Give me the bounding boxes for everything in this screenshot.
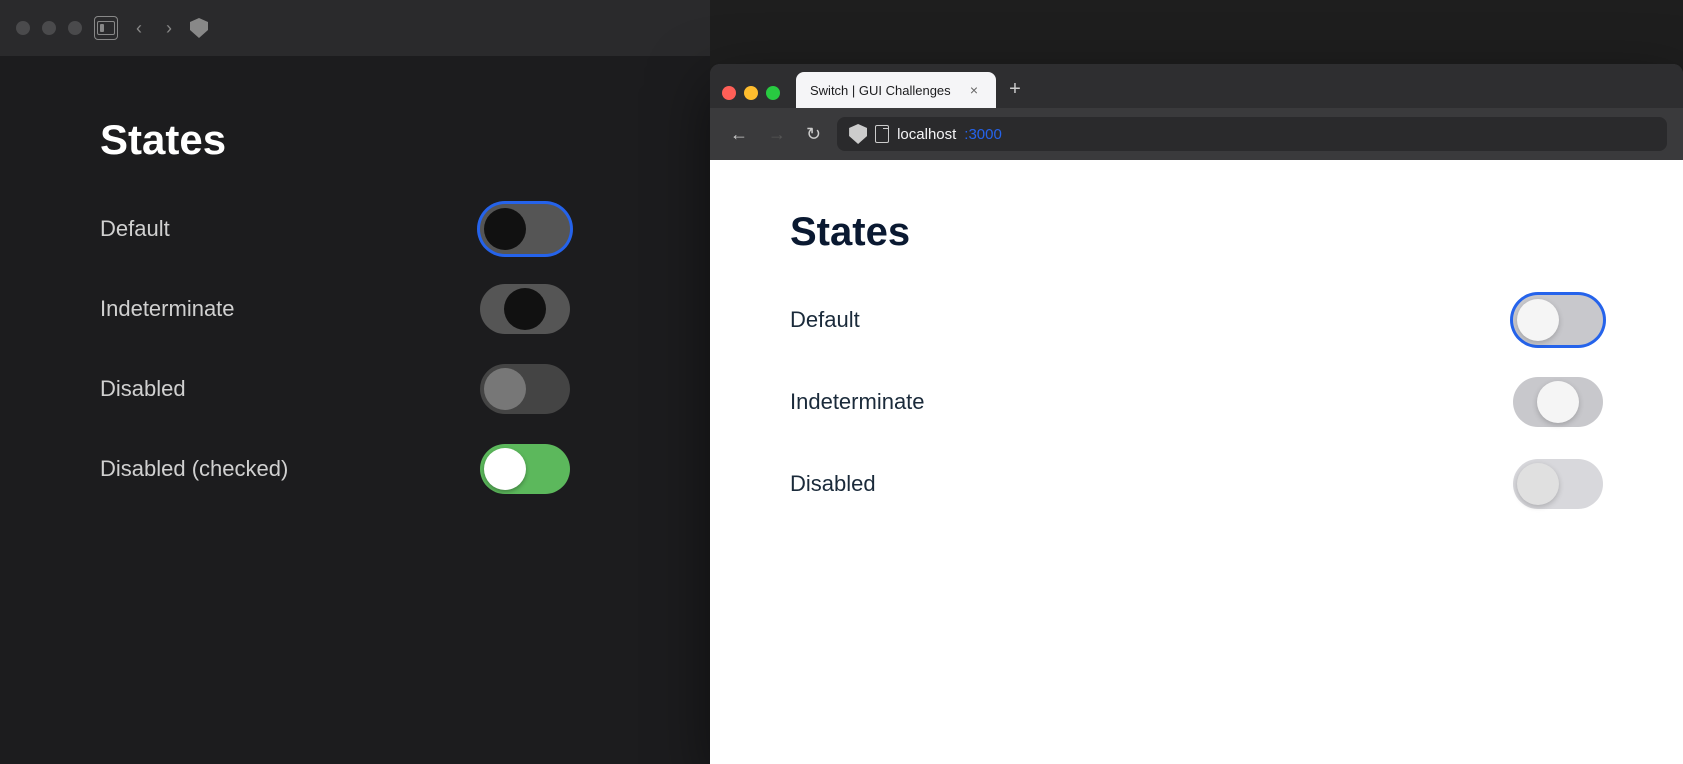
browser-tl-red[interactable] — [722, 86, 736, 100]
state-row-indeterminate-light: Indeterminate — [790, 377, 1603, 427]
browser-content: States Default Indeterminate Disabled — [710, 160, 1683, 764]
state-label-indeterminate-light: Indeterminate — [790, 389, 925, 415]
url-host: localhost — [897, 126, 956, 143]
tab-title: Switch | GUI Challenges — [810, 83, 958, 98]
right-heading: States — [790, 210, 1603, 255]
reload-button[interactable]: ↻ — [802, 120, 825, 149]
state-row-disabled-light: Disabled — [790, 459, 1603, 509]
address-bar: ← → ↻ localhost :3000 — [710, 108, 1683, 160]
tab-close-button[interactable]: × — [966, 82, 982, 98]
toggle-knob-disabled-checked-dark — [484, 448, 526, 490]
traffic-light-yellow[interactable] — [42, 21, 56, 35]
forward-button-bg[interactable]: › — [160, 14, 178, 43]
shield-icon-url — [849, 124, 867, 144]
state-row-disabled-dark: Disabled — [100, 364, 650, 414]
state-label-indeterminate-dark: Indeterminate — [100, 296, 235, 322]
back-button-bg[interactable]: ‹ — [130, 14, 148, 43]
state-label-disabled-light: Disabled — [790, 471, 876, 497]
toggle-disabled-light — [1513, 459, 1603, 509]
toggle-indeterminate-dark[interactable] — [480, 284, 570, 334]
active-tab[interactable]: Switch | GUI Challenges × — [796, 72, 996, 108]
left-heading: States — [100, 116, 650, 164]
state-label-disabled-checked-dark: Disabled (checked) — [100, 456, 288, 482]
toggle-default-dark[interactable] — [480, 204, 570, 254]
toggle-knob-disabled-dark — [484, 368, 526, 410]
browser-window: Switch | GUI Challenges × + ← → ↻ localh… — [710, 64, 1683, 764]
titlebar-background: ‹ › — [0, 0, 710, 56]
toggle-knob-disabled-light — [1517, 463, 1559, 505]
back-button[interactable]: ← — [726, 120, 752, 149]
traffic-light-red[interactable] — [16, 21, 30, 35]
toggle-default-light[interactable] — [1513, 295, 1603, 345]
left-content: States Default Indeterminate Disabled Di… — [0, 56, 710, 764]
browser-tl-green[interactable] — [766, 86, 780, 100]
state-row-indeterminate-dark: Indeterminate — [100, 284, 650, 334]
browser-tl-yellow[interactable] — [744, 86, 758, 100]
toggle-disabled-dark — [480, 364, 570, 414]
traffic-lights — [722, 86, 780, 108]
forward-button[interactable]: → — [764, 120, 790, 149]
state-row-disabled-checked-dark: Disabled (checked) — [100, 444, 650, 494]
browser-chrome: Switch | GUI Challenges × + ← → ↻ localh… — [710, 64, 1683, 160]
state-row-default-light: Default — [790, 295, 1603, 345]
tab-bar: Switch | GUI Challenges × + — [710, 64, 1683, 108]
toggle-knob-default-dark — [484, 208, 526, 250]
left-panel: ‹ › States Default Indeterminate Disable… — [0, 0, 710, 764]
new-tab-button[interactable]: + — [1000, 74, 1030, 104]
state-label-default-dark: Default — [100, 216, 170, 242]
toggle-knob-default-light — [1517, 299, 1559, 341]
sidebar-icon[interactable] — [94, 16, 118, 40]
state-label-default-light: Default — [790, 307, 860, 333]
document-icon — [875, 125, 889, 143]
toggle-disabled-checked-dark — [480, 444, 570, 494]
url-port: :3000 — [964, 126, 1002, 143]
url-field[interactable]: localhost :3000 — [837, 117, 1667, 151]
toggle-knob-indeterminate-light — [1537, 381, 1579, 423]
toggle-indeterminate-light[interactable] — [1513, 377, 1603, 427]
shield-icon-bg — [190, 18, 208, 38]
state-label-disabled-dark: Disabled — [100, 376, 186, 402]
traffic-light-green[interactable] — [68, 21, 82, 35]
toggle-knob-indeterminate-dark — [504, 288, 546, 330]
state-row-default-dark: Default — [100, 204, 650, 254]
